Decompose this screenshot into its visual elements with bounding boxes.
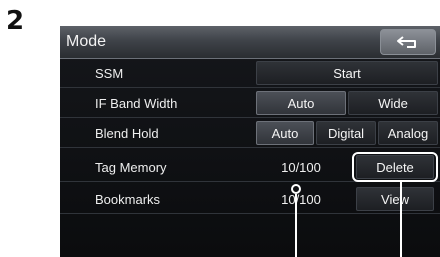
row-if-band-width: IF Band Width Auto Wide — [60, 91, 440, 118]
start-button[interactable]: Start — [256, 61, 438, 85]
row-bookmarks: Bookmarks 10/100 View — [60, 187, 440, 214]
if-band-wide-button[interactable]: Wide — [348, 91, 438, 115]
mode-screen: Mode SSM Start IF Band Width Auto Wide B… — [60, 26, 440, 257]
row-label-bookmarks: Bookmarks — [95, 192, 161, 207]
return-arrow-icon — [397, 36, 416, 48]
row-blend-hold: Blend Hold Auto Digital Analog — [60, 121, 440, 148]
count-callout-line — [295, 194, 297, 257]
step-number: 2 — [6, 6, 25, 36]
screen-title: Mode — [66, 33, 107, 50]
row-label-tag-memory: Tag Memory — [95, 160, 167, 175]
count-callout-marker — [291, 184, 301, 194]
blend-auto-button[interactable]: Auto — [256, 121, 314, 145]
row-ssm: SSM Start — [60, 61, 440, 88]
row-label-ssm: SSM — [95, 66, 124, 81]
back-button[interactable] — [380, 29, 436, 55]
bookmarks-count: 10/100 — [281, 192, 321, 207]
view-button[interactable]: View — [356, 187, 434, 211]
blend-digital-button[interactable]: Digital — [316, 121, 376, 145]
title-bar: Mode — [60, 26, 440, 59]
delete-callout-line — [400, 182, 402, 257]
if-band-auto-button[interactable]: Auto — [256, 91, 346, 115]
row-label-if-band-width: IF Band Width — [95, 96, 178, 111]
blend-analog-button[interactable]: Analog — [378, 121, 438, 145]
delete-highlight-frame — [352, 152, 438, 182]
row-label-blend-hold: Blend Hold — [95, 126, 159, 141]
tag-memory-count: 10/100 — [281, 160, 321, 175]
